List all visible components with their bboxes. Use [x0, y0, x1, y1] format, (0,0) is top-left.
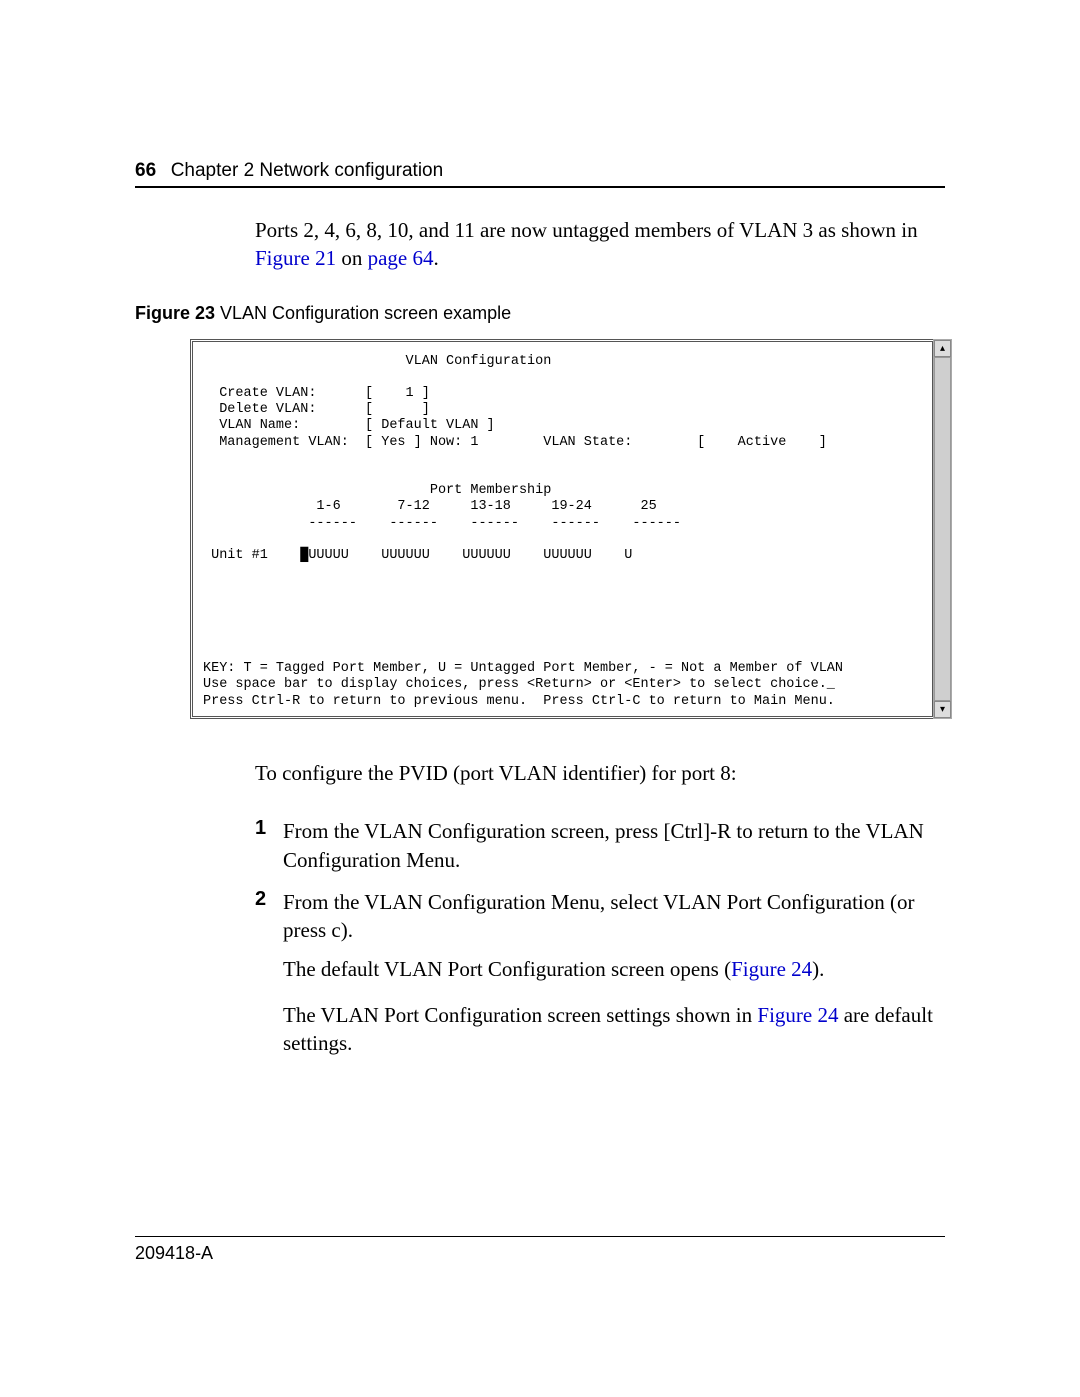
step-2-follow-1: The default VLAN Port Configuration scre…: [283, 955, 945, 983]
follow2-a: The VLAN Port Configuration screen setti…: [283, 1003, 757, 1027]
terminal-content: VLAN Configuration Create VLAN: [ 1 ] De…: [190, 339, 935, 719]
page: 66 Chapter 2 Network configuration Ports…: [0, 0, 1080, 1397]
step-2: 2 From the VLAN Configuration Menu, sele…: [255, 888, 945, 1076]
intro-on: on: [336, 246, 368, 270]
post-figure-paragraph: To configure the PVID (port VLAN identif…: [135, 759, 945, 787]
figure-link[interactable]: Figure 21: [255, 246, 336, 270]
follow-a: The default VLAN Port Configuration scre…: [283, 957, 731, 981]
page-link[interactable]: page 64: [368, 246, 434, 270]
figure-link[interactable]: Figure 24: [757, 1003, 838, 1027]
scrollbar[interactable]: ▴ ▾: [933, 339, 952, 719]
figure-caption-text: VLAN Configuration screen example: [215, 303, 511, 323]
document-id: 209418-A: [135, 1243, 213, 1263]
intro-paragraph: Ports 2, 4, 6, 8, 10, and 11 are now unt…: [135, 216, 945, 273]
scroll-thumb[interactable]: [934, 357, 951, 701]
terminal-screenshot: VLAN Configuration Create VLAN: [ 1 ] De…: [190, 339, 935, 719]
running-header: 66 Chapter 2 Network configuration: [135, 160, 945, 188]
step-list: 1 From the VLAN Configuration screen, pr…: [135, 817, 945, 1075]
chapter-title: [160, 160, 171, 181]
step-1: 1 From the VLAN Configuration screen, pr…: [255, 817, 945, 874]
intro-end: .: [433, 246, 438, 270]
step-text: From the VLAN Configuration screen, pres…: [283, 817, 945, 874]
step-number: 2: [255, 888, 283, 1076]
step-2-follow-2: The VLAN Port Configuration screen setti…: [283, 1001, 945, 1058]
figure-label: Figure 23: [135, 303, 215, 323]
scroll-down-icon[interactable]: ▾: [934, 701, 951, 718]
figure-caption: Figure 23 VLAN Configuration screen exam…: [135, 303, 945, 324]
figure-link[interactable]: Figure 24: [731, 957, 812, 981]
intro-text-a: Ports 2, 4, 6, 8, 10, and 11 are now unt…: [255, 218, 918, 242]
page-number: 66: [135, 160, 156, 181]
step-2-main: From the VLAN Configuration Menu, select…: [283, 890, 914, 942]
step-text: From the VLAN Configuration Menu, select…: [283, 888, 945, 1076]
follow-b: ).: [812, 957, 824, 981]
scroll-up-icon[interactable]: ▴: [934, 340, 951, 357]
footer: 209418-A: [135, 1236, 945, 1264]
step-number: 1: [255, 817, 283, 874]
chapter-title-text: Chapter 2 Network configuration: [171, 160, 443, 181]
